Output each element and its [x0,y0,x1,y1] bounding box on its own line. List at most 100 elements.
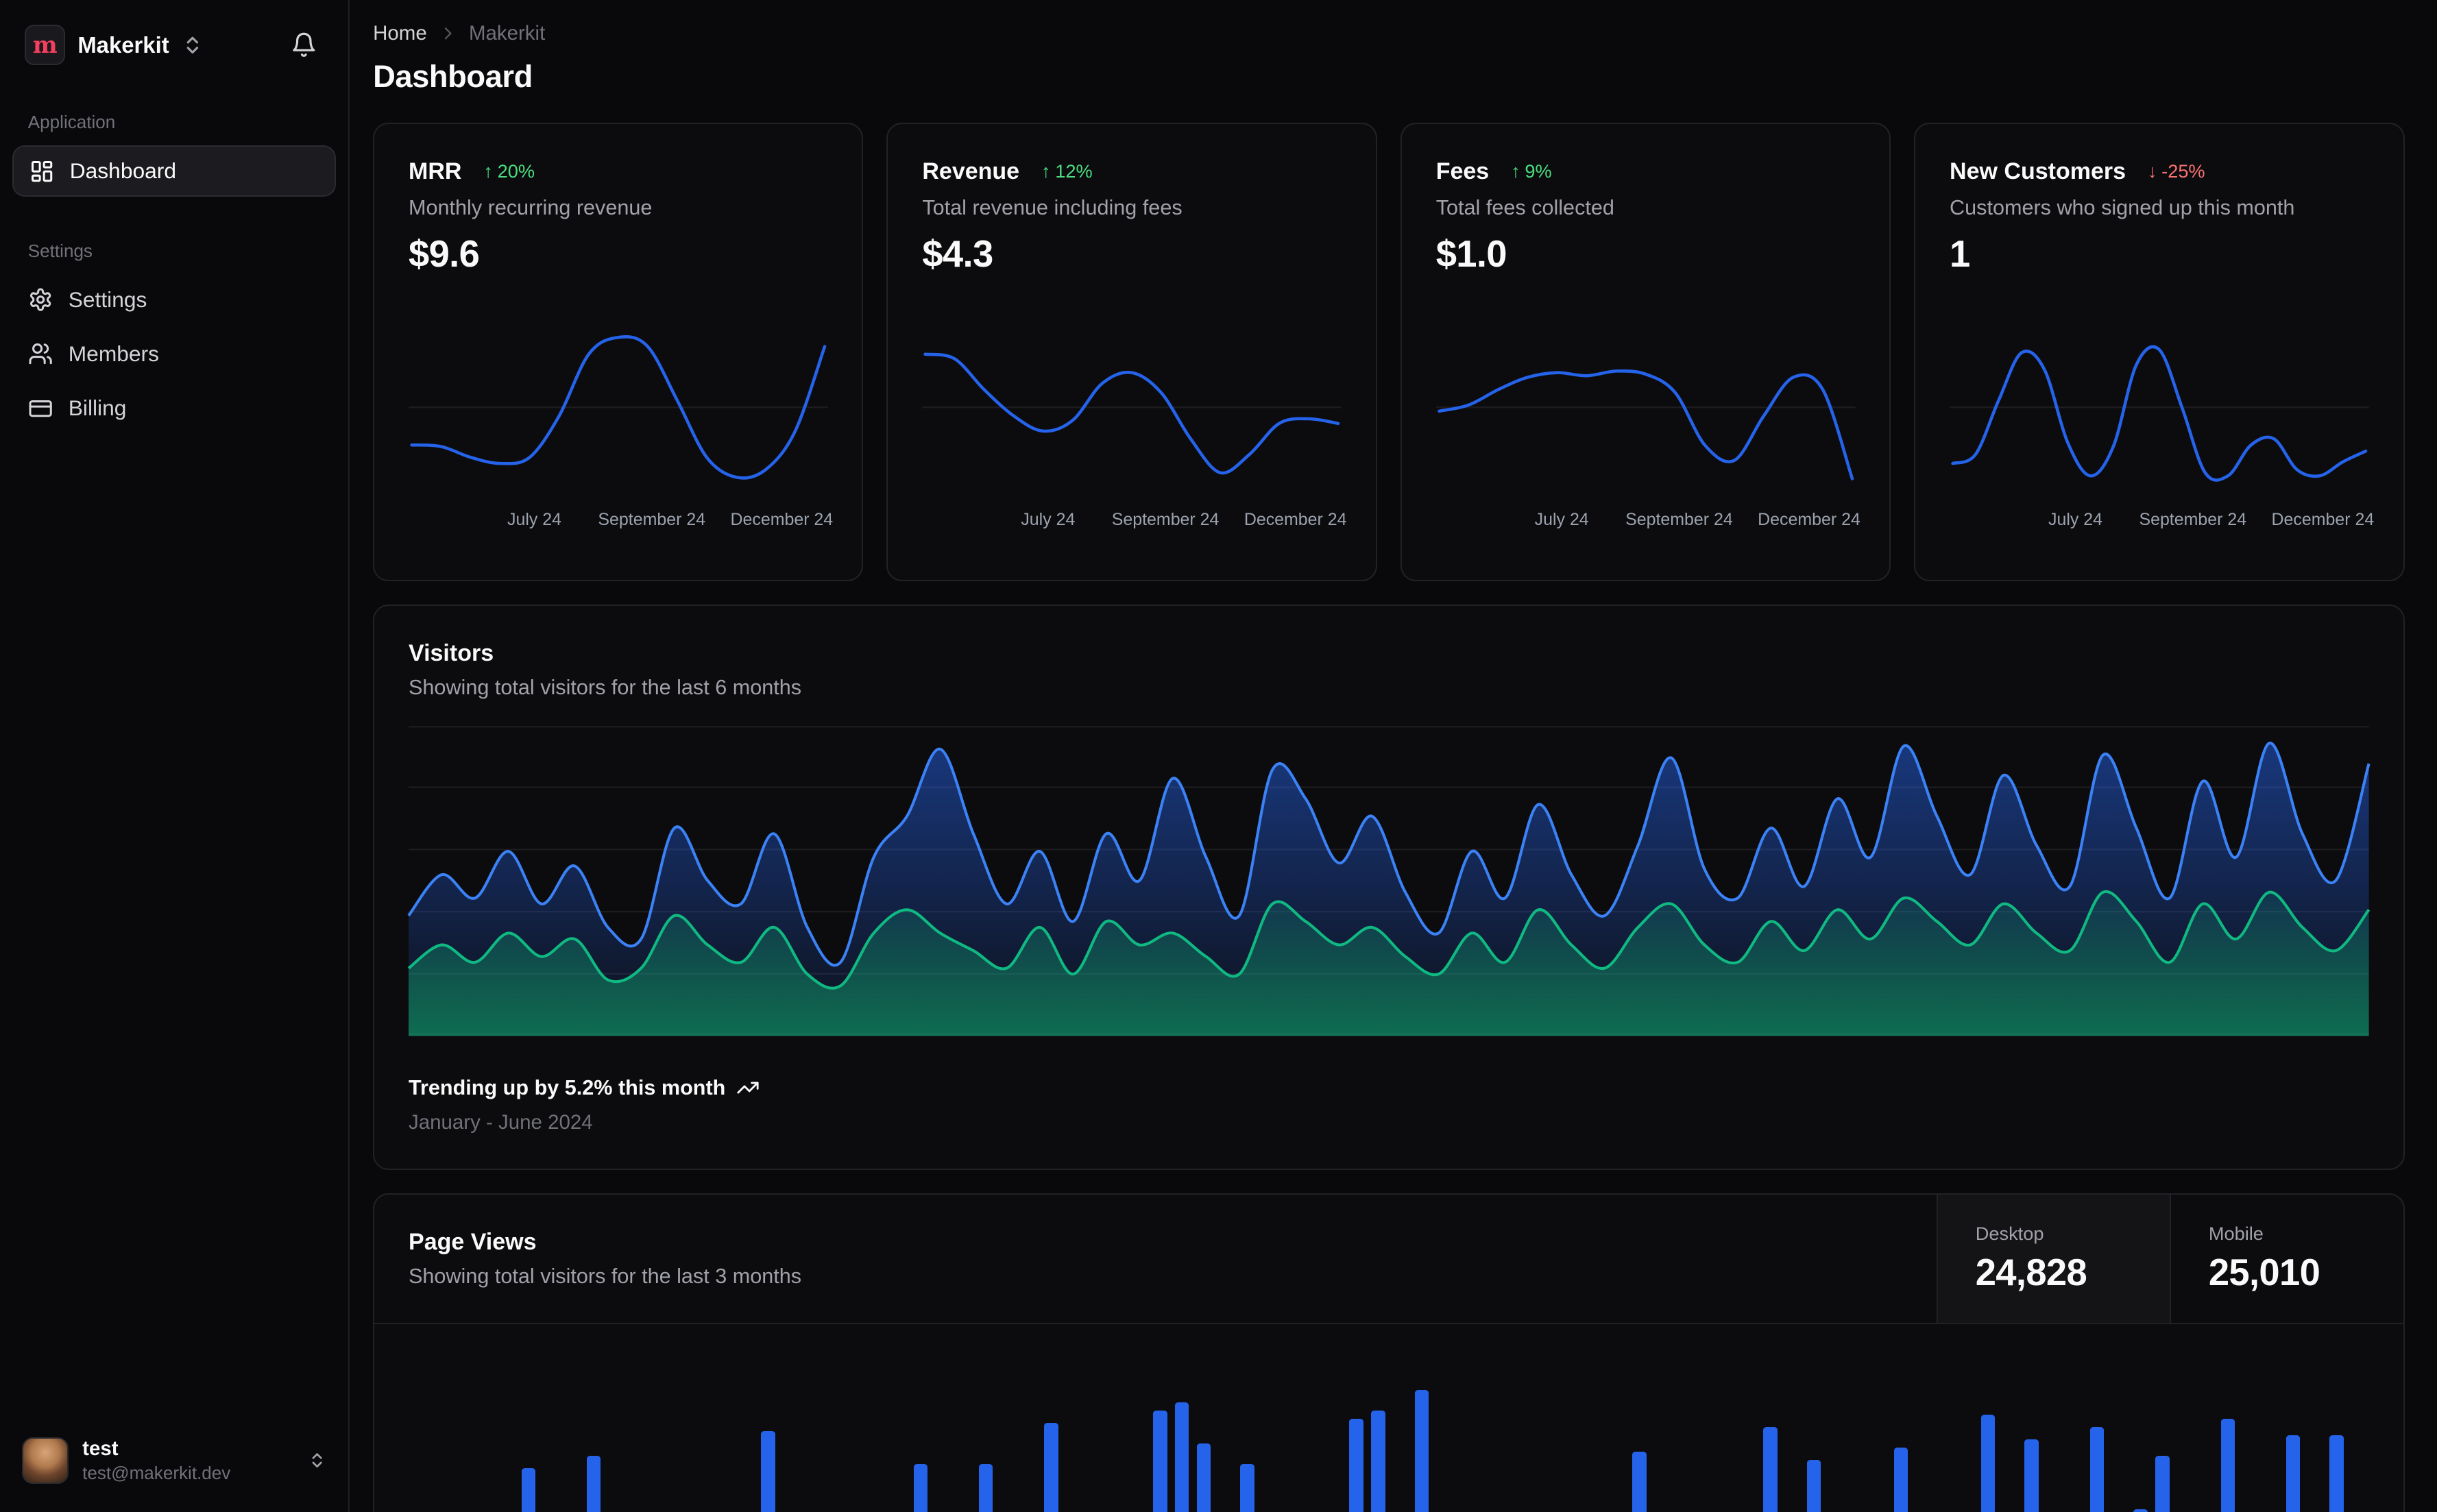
visitors-footer: Trending up by 5.2% this month January -… [409,1076,2369,1134]
members-icon [29,343,52,365]
visitors-card: Visitors Showing total visitors for the … [373,604,2405,1170]
main-content: Home Makerkit Dashboard MRR ↑ 20% Monthly… [350,0,2437,1512]
stat-cards-row: MRR ↑ 20% Monthly recurring revenue $9.6 … [373,122,2405,581]
bar [761,1430,775,1512]
sparkline-chart [1950,319,2369,498]
sidebar-item-label: Members [68,341,159,366]
bar [1240,1463,1254,1512]
breadcrumb: Home Makerkit [373,22,2404,45]
bar [1175,1402,1189,1512]
stat-value: $9.6 [409,232,480,275]
sparkline-chart [1435,319,1856,498]
page-views-desktop-toggle[interactable]: Desktop 24,828 [1937,1194,2170,1323]
trend-arrow-icon: ↑ [1510,160,1520,182]
bar [978,1463,993,1512]
stat-subtitle: Customers who signed up this month [1950,195,2295,219]
trend-arrow-icon: ↑ [1041,160,1051,182]
visitors-period: January - June 2024 [409,1110,593,1134]
bar [1632,1451,1647,1512]
stat-title: New Customers [1950,158,2126,184]
sidebar-item-billing[interactable]: Billing [12,382,336,434]
section-label: Settings [27,240,93,261]
trend-arrow-icon: ↓ [2147,160,2157,182]
bar [521,1467,536,1512]
bar [2155,1455,2170,1512]
bar [2286,1435,2301,1512]
sidebar: m Makerkit Application Dashboard Setting… [0,0,350,1512]
chevrons-up-down-icon [312,1453,322,1467]
page-views-card: Page Views Showing total visitors for th… [373,1193,2405,1512]
chevrons-up-down-icon [186,36,198,53]
bar [1980,1415,1996,1512]
sparkline-chart [409,319,828,498]
bar [2089,1426,2105,1512]
sidebar-section-application: Application Dashboard [12,112,337,199]
stat-value: $1.0 [1435,232,1507,275]
breadcrumb-home-link[interactable]: Home [373,22,427,45]
visitors-trend-note: Trending up by 5.2% this month [409,1075,726,1099]
avatar [21,1437,69,1484]
section-label: Application [27,112,116,133]
sidebar-section-settings: Settings Settings Members Billing [12,241,336,437]
x-axis-labels: July 24 September 24 December 24 [1534,510,1860,530]
bar [913,1463,928,1512]
page-views-subtitle: Showing total visitors for the last 3 mo… [409,1265,802,1289]
sidebar-item-label: Billing [68,395,127,421]
breadcrumb-current: Makerkit [468,21,546,45]
stat-subtitle: Monthly recurring revenue [409,195,653,219]
page-views-mobile-toggle[interactable]: Mobile 25,010 [2170,1194,2403,1323]
bar [2329,1435,2344,1512]
logo-letter: m [32,31,58,59]
visitors-area-chart [407,725,2371,1036]
sidebar-item-settings[interactable]: Settings [12,274,336,326]
stat-card-new-customers: New Customers ↓ -25% Customers who signed… [1914,122,2405,581]
bar [2220,1419,2235,1512]
gear-icon [29,288,51,311]
sidebar-item-label: Settings [68,286,147,312]
x-axis-labels: July 24 September 24 December 24 [507,510,834,530]
stat-card-fees: Fees ↑ 9% Total fees collected $1.0 July … [1400,122,1891,581]
sidebar-item-dashboard[interactable]: Dashboard [12,145,337,197]
bar [1153,1411,1167,1512]
stat-subtitle: Total fees collected [1435,195,1614,219]
chevron-right-icon [444,27,452,40]
mobile-value: 25,010 [2208,1252,2320,1294]
notifications-button[interactable] [284,25,324,64]
bar [1349,1419,1363,1512]
user-name: test [82,1437,119,1460]
visitors-subtitle: Showing total visitors for the last 6 mo… [409,676,802,700]
stat-card-revenue: Revenue ↑ 12% Total revenue including fee… [886,122,1377,581]
bar [1893,1447,1908,1512]
page-title: Dashboard [373,59,533,95]
desktop-label: Desktop [1975,1223,2044,1245]
x-axis-labels: July 24 September 24 December 24 [2048,510,2375,530]
bar [586,1455,601,1512]
sidebar-header: m Makerkit [12,19,336,71]
x-axis-labels: July 24 September 24 December 24 [1021,510,1347,530]
trending-up-icon [737,1082,759,1094]
page-views-bar-chart [409,1349,2369,1512]
bar [1371,1411,1385,1512]
bar [2024,1439,2039,1512]
stat-title: MRR [409,158,462,184]
bar [2133,1509,2148,1512]
user-email: test@makerkit.dev [82,1462,231,1483]
stat-subtitle: Total revenue including fees [922,195,1183,219]
dashboard-icon [31,160,53,182]
billing-icon [29,400,52,417]
user-meta: test test@makerkit.dev [82,1437,294,1484]
user-menu[interactable]: test test@makerkit.dev [12,1427,336,1493]
sidebar-item-members[interactable]: Members [12,328,336,380]
bar [1414,1390,1429,1512]
stat-title: Revenue [922,158,1020,184]
stat-title: Fees [1435,158,1490,184]
workspace-switcher[interactable]: m Makerkit [25,25,203,66]
workspace-name: Makerkit [77,32,169,58]
app-root: m Makerkit Application Dashboard Setting… [0,0,2437,1512]
trend-badge: ↑ 20% [483,160,535,182]
mobile-label: Mobile [2208,1223,2264,1245]
trend-badge: ↑ 9% [1510,160,1552,182]
bar [1763,1426,1778,1512]
page-views-header: Page Views Showing total visitors for th… [374,1194,2403,1324]
trend-arrow-icon: ↑ [483,160,493,182]
